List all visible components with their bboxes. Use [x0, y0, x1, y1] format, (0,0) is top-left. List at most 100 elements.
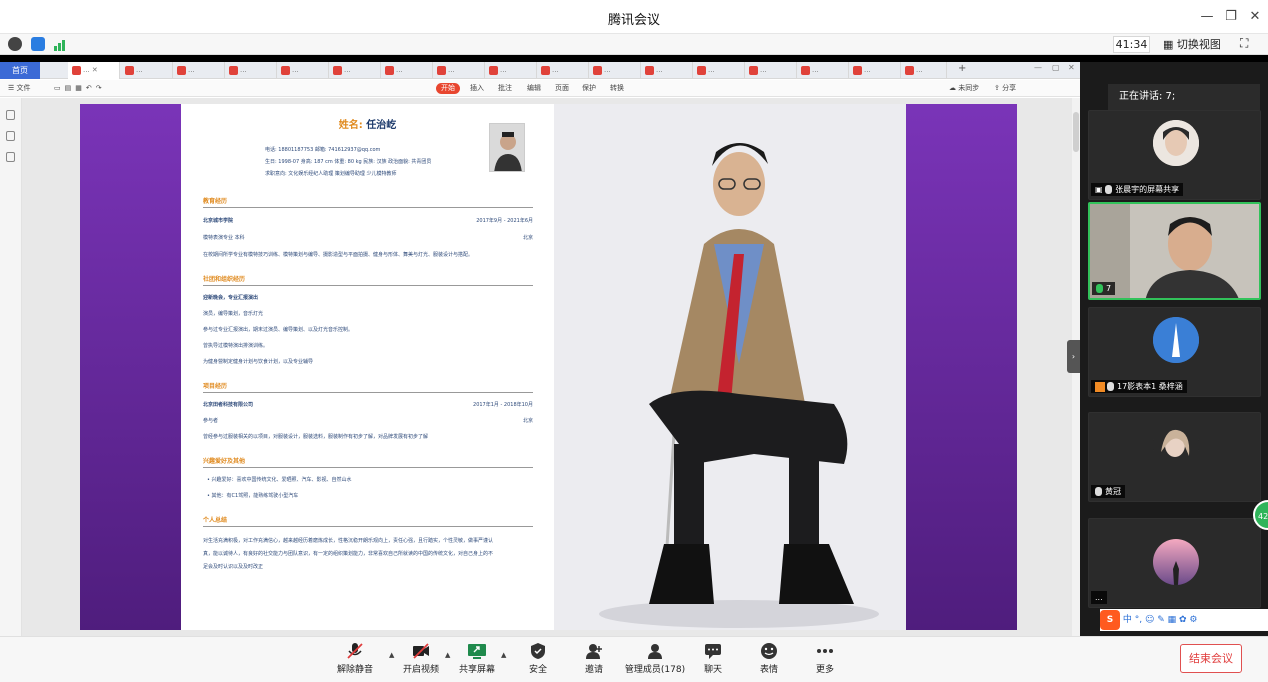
- reaction-label: 表情: [759, 665, 778, 675]
- manage-members-label: 管理成员(178): [624, 665, 686, 675]
- unmute-button[interactable]: 解除静音: [320, 641, 390, 675]
- share-screen-label: 共享屏幕: [458, 665, 495, 675]
- wps-doc-tab[interactable]: ...: [173, 62, 225, 79]
- club-line: 曾执导过模特演出排演训练。: [203, 343, 269, 349]
- quick-access-icons[interactable]: ▭▤▦↶↷: [54, 80, 106, 97]
- menu-convert[interactable]: 转换: [610, 80, 624, 97]
- file-menu-label: 文件: [16, 84, 31, 92]
- proj-company-name: 北京田者科技有限公司: [203, 402, 254, 408]
- club-line: 参与过专业汇报演出，期末过演员、编导策划、以及灯光音乐控制。: [203, 327, 354, 333]
- wps-doc-tab[interactable]: ...: [589, 62, 641, 79]
- wps-doc-tab[interactable]: ...: [797, 62, 849, 79]
- end-meeting-button[interactable]: 结束会议: [1180, 644, 1242, 673]
- panel-toggle-icon[interactable]: ›: [1067, 340, 1080, 373]
- file-menu[interactable]: ☰ 文件: [8, 80, 31, 97]
- security-shield-icon[interactable]: [31, 37, 45, 51]
- wps-doc-tab[interactable]: ...: [901, 62, 947, 79]
- meeting-info-bar: 41:34 ▦ 切换视图 ⛶: [0, 34, 1268, 55]
- pdf-icon: [333, 65, 342, 75]
- tab-label: ...: [656, 66, 663, 74]
- proj-desc: 曾经参与过服装相关的以项目，对服装设计，服装选料，服装制作有初步了解，对品牌发展…: [203, 434, 429, 440]
- video-tile[interactable]: 黄冠: [1088, 412, 1261, 502]
- pdf-icon: [541, 65, 550, 75]
- avatar: [1153, 539, 1199, 585]
- wps-doc-tab[interactable]: ...: [849, 62, 901, 79]
- wps-doc-tab[interactable]: ...: [745, 62, 797, 79]
- wps-doc-tab[interactable]: ...: [381, 62, 433, 79]
- wps-doc-tab[interactable]: ...: [277, 62, 329, 79]
- switch-view-button[interactable]: ▦ 切换视图: [1163, 36, 1221, 53]
- start-video-label: 开启视频: [402, 665, 439, 675]
- pdf-icon: [281, 65, 290, 75]
- participant-name-text: 黄冠: [1105, 487, 1121, 496]
- participant-name: 7: [1092, 282, 1116, 295]
- tab-label: ...: [396, 66, 403, 74]
- proj-role-text: 参与者: [203, 418, 219, 424]
- wps-doc-tab[interactable]: ...: [121, 62, 173, 79]
- close-icon[interactable]: ✕: [1246, 8, 1264, 26]
- proj-company: 北京田者科技有限公司 2017年1月 - 2018年10月: [203, 401, 533, 408]
- wps-restore-icon[interactable]: ▢: [1052, 63, 1060, 72]
- pdf-icon: [593, 65, 602, 75]
- pdf-icon: [801, 65, 810, 75]
- participant-video: [1090, 204, 1259, 298]
- title-bar: 腾讯会议 — ❐ ✕: [0, 0, 1268, 34]
- info-icon[interactable]: [8, 37, 22, 51]
- wps-home-tab[interactable]: 首页: [0, 62, 40, 79]
- wps-doc-tab[interactable]: ...: [433, 62, 485, 79]
- pdf-icon: [229, 65, 238, 75]
- minimize-icon[interactable]: —: [1198, 8, 1216, 26]
- pdf-icon: [437, 65, 446, 75]
- share-screen-icon: [468, 643, 486, 659]
- wps-doc-tab[interactable]: ...: [537, 62, 589, 79]
- wps-doc-tab[interactable]: ... ✕: [68, 62, 120, 79]
- edu-major-text: 模特表演专业 本科: [203, 235, 245, 241]
- security-label: 安全: [528, 665, 547, 675]
- pdf-icon: [749, 65, 758, 75]
- window-title: 腾讯会议: [607, 13, 660, 28]
- scroll-thumb[interactable]: [1073, 112, 1079, 152]
- tab-label: ...: [292, 66, 299, 74]
- more-button[interactable]: 更多: [790, 641, 860, 675]
- sync-status[interactable]: ☁ 未同步: [949, 80, 979, 97]
- model-photo: [554, 104, 906, 630]
- wps-doc-tab[interactable]: ...: [485, 62, 537, 79]
- menu-edit[interactable]: 编辑: [527, 80, 541, 97]
- video-tile[interactable]: ...: [1088, 518, 1261, 608]
- unmute-label: 解除静音: [336, 665, 373, 675]
- menu-comment[interactable]: 批注: [498, 80, 512, 97]
- share-button[interactable]: ⇪ 分享: [994, 80, 1016, 97]
- mic-muted-icon: [1107, 382, 1114, 391]
- wps-doc-tab[interactable]: ...: [329, 62, 381, 79]
- add-tab-icon[interactable]: +: [958, 63, 966, 74]
- purple-border-right: [906, 104, 1017, 630]
- wps-doc-tab[interactable]: ...: [693, 62, 745, 79]
- bookmark-icon[interactable]: [6, 110, 15, 120]
- signal-icon[interactable]: [53, 37, 67, 51]
- annotation-icon[interactable]: [6, 152, 15, 162]
- menu-protect[interactable]: 保护: [582, 80, 596, 97]
- video-tile[interactable]: ▣ 张晨宇的屏幕共享: [1088, 110, 1261, 200]
- restore-icon[interactable]: ❐: [1222, 8, 1240, 26]
- wps-doc-tab[interactable]: ...: [225, 62, 277, 79]
- thumbnail-icon[interactable]: [6, 131, 15, 141]
- video-tile-active[interactable]: 7: [1088, 202, 1261, 300]
- wps-doc-tab[interactable]: ...: [641, 62, 693, 79]
- ime-status: 中 °, ☺ ✎ ▦ ✿ ⚙: [1122, 615, 1198, 625]
- menu-start[interactable]: 开始: [436, 83, 460, 94]
- edu-city: 北京: [522, 235, 533, 241]
- contact-line: 电话: 18801187753 邮箱: 741612937@qq.com: [265, 147, 381, 153]
- tab-label: ...: [864, 66, 871, 74]
- video-tile[interactable]: 17影表本1 桑梓涵: [1088, 307, 1261, 397]
- menu-insert[interactable]: 插入: [470, 80, 484, 97]
- shield-icon: [529, 643, 547, 659]
- wps-close-icon[interactable]: ✕: [1068, 63, 1075, 72]
- fullscreen-icon[interactable]: ⛶: [1240, 36, 1248, 51]
- ime-toolbar[interactable]: S 中 °, ☺ ✎ ▦ ✿ ⚙: [1100, 609, 1268, 631]
- chat-label: 聊天: [703, 665, 722, 675]
- wps-minimize-icon[interactable]: —: [1034, 63, 1042, 72]
- proj-date: 2017年1月 - 2018年10月: [473, 402, 533, 408]
- tab-label: ...: [604, 66, 611, 74]
- mic-muted-icon: [1105, 185, 1113, 194]
- menu-page[interactable]: 页面: [555, 80, 569, 97]
